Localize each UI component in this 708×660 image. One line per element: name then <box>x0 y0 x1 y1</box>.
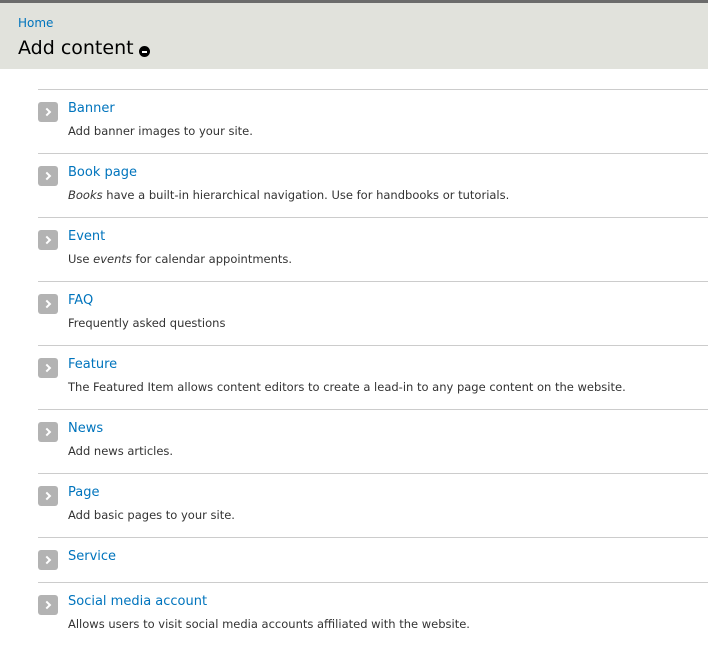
list-item: Feature The Featured Item allows content… <box>38 345 708 409</box>
content-type-link[interactable]: Event <box>68 229 105 245</box>
content-type-description: Use events for calendar appointments. <box>68 251 292 267</box>
content-type-description: The Featured Item allows content editors… <box>68 380 626 394</box>
list-item: News Add news articles. <box>38 409 708 473</box>
content-type-description: Frequently asked questions <box>68 316 226 330</box>
list-item: FAQ Frequently asked questions <box>38 281 708 345</box>
chevron-right-icon[interactable] <box>38 294 58 314</box>
content-type-link[interactable]: News <box>68 421 103 437</box>
description-text: have a built-in hierarchical navigation.… <box>102 188 510 202</box>
content-type-description: Allows users to visit social media accou… <box>68 617 470 631</box>
list-item: Book page Books have a built-in hierarch… <box>38 153 708 217</box>
content-type-link[interactable]: Social media account <box>68 594 207 610</box>
content-type-link[interactable]: FAQ <box>68 293 93 309</box>
chevron-right-icon[interactable] <box>38 102 58 122</box>
breadcrumb-home[interactable]: Home <box>18 16 53 30</box>
description-prefix: Use <box>68 252 94 266</box>
content-type-link[interactable]: Service <box>68 549 116 565</box>
page-title: Add content <box>18 37 134 59</box>
content-type-description: Add banner images to your site. <box>68 124 253 138</box>
content-type-link[interactable]: Book page <box>68 165 137 181</box>
chevron-right-icon[interactable] <box>38 422 58 442</box>
chevron-right-icon[interactable] <box>38 550 58 570</box>
list-item: Banner Add banner images to your site. <box>38 89 708 153</box>
list-item: Social media account Allows users to vis… <box>38 582 708 646</box>
description-emphasis: events <box>93 252 132 266</box>
list-item: Page Add basic pages to your site. <box>38 473 708 537</box>
page-header: Home Add content <box>0 0 708 69</box>
content-type-link[interactable]: Feature <box>68 357 117 373</box>
remove-shortcut-icon[interactable] <box>139 46 150 57</box>
chevron-right-icon[interactable] <box>38 166 58 186</box>
chevron-right-icon[interactable] <box>38 595 58 615</box>
description-text: for calendar appointments. <box>131 252 293 266</box>
chevron-right-icon[interactable] <box>38 486 58 506</box>
list-item: Event Use events for calendar appointmen… <box>38 217 708 281</box>
content-type-description: Add basic pages to your site. <box>68 508 235 522</box>
content-type-link[interactable]: Page <box>68 485 99 501</box>
content-type-list: Banner Add banner images to your site. B… <box>38 89 708 646</box>
list-item: Service <box>38 537 708 582</box>
content-type-description: Books have a built-in hierarchical navig… <box>68 187 509 203</box>
chevron-right-icon[interactable] <box>38 358 58 378</box>
content-type-description: Add news articles. <box>68 444 174 458</box>
chevron-right-icon[interactable] <box>38 230 58 250</box>
content-type-link[interactable]: Banner <box>68 101 115 117</box>
description-emphasis: Books <box>68 188 103 202</box>
